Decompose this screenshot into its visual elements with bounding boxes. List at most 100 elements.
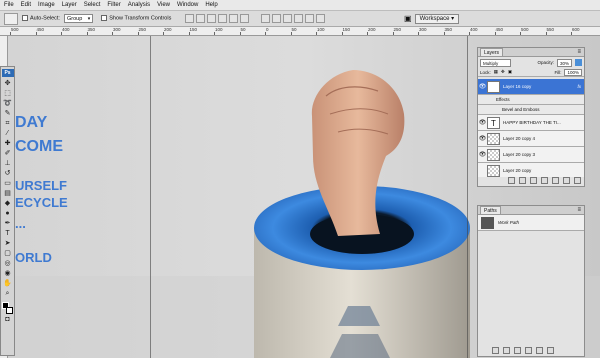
ruler-tick xyxy=(137,32,139,35)
visibility-eye-icon[interactable]: 👁 xyxy=(478,151,487,158)
ruler-tick-label: 300 xyxy=(113,27,121,32)
align-right-icon[interactable] xyxy=(240,14,250,23)
align-top-icon[interactable] xyxy=(185,14,195,23)
layer-fx-icon[interactable]: fx xyxy=(577,84,581,89)
menu-analysis[interactable]: Analysis xyxy=(128,0,150,11)
opacity-slider-icon[interactable] xyxy=(575,59,582,66)
lock-pixels-icon[interactable]: ▦ xyxy=(494,69,498,75)
menu-edit[interactable]: Edit xyxy=(21,0,31,11)
align-hcenter-icon[interactable] xyxy=(229,14,239,23)
layer-row[interactable]: 👁 Layer 20 copy 3 xyxy=(478,147,584,163)
menu-view[interactable]: View xyxy=(157,0,170,11)
ruler-tick-label: 250 xyxy=(138,27,147,32)
stamp-tool-icon[interactable]: ⊥ xyxy=(2,159,13,168)
add-mask-icon[interactable] xyxy=(530,177,537,184)
panel-menu-icon[interactable]: ≡ xyxy=(577,207,581,213)
ruler-tick-label: 600 xyxy=(572,27,580,32)
menu-layer[interactable]: Layer xyxy=(62,0,77,11)
distribute-vcenter-icon[interactable] xyxy=(272,14,282,23)
visibility-eye-icon[interactable]: 👁 xyxy=(478,83,487,90)
layers-panel-footer xyxy=(508,177,581,184)
new-layer-icon[interactable] xyxy=(563,177,570,184)
hand-tool-icon[interactable]: ✋ xyxy=(2,279,13,288)
new-path-icon[interactable] xyxy=(536,347,543,354)
gradient-tool-icon[interactable]: ▤ xyxy=(2,189,13,198)
blur-tool-icon[interactable]: ◆ xyxy=(2,199,13,208)
menu-filter[interactable]: Filter xyxy=(107,0,120,11)
distribute-hcenter-icon[interactable] xyxy=(305,14,315,23)
show-transform-checkbox[interactable]: Show Transform Controls xyxy=(101,15,171,22)
path-select-tool-icon[interactable]: ➤ xyxy=(2,239,13,248)
move-tool-icon[interactable]: ✥ xyxy=(2,79,13,88)
blend-mode-dropdown[interactable]: Multiply xyxy=(480,58,512,67)
healing-tool-icon[interactable]: ✚ xyxy=(2,139,13,148)
opacity-field[interactable]: 30% xyxy=(556,58,572,67)
move-tool-preset-button[interactable] xyxy=(4,12,18,25)
add-style-icon[interactable] xyxy=(519,177,526,184)
visibility-eye-icon[interactable]: 👁 xyxy=(478,135,487,142)
make-path-icon[interactable] xyxy=(525,347,532,354)
delete-path-icon[interactable] xyxy=(547,347,554,354)
panel-menu-icon[interactable]: ≡ xyxy=(577,49,581,55)
dodge-tool-icon[interactable]: ● xyxy=(2,209,13,218)
background-color-swatch[interactable] xyxy=(6,307,13,314)
distribute-right-icon[interactable] xyxy=(316,14,326,23)
eyedropper-tool-icon[interactable]: ⁄ xyxy=(2,129,13,138)
lock-move-icon[interactable]: ✥ xyxy=(501,69,505,75)
new-group-icon[interactable] xyxy=(552,177,559,184)
crop-tool-icon[interactable]: ⌗ xyxy=(2,119,13,128)
menu-bar: File Edit Image Layer Select Filter Anal… xyxy=(0,0,600,11)
ruler-tick xyxy=(290,32,292,35)
link-layers-icon[interactable] xyxy=(508,177,515,184)
layer-name: Layer 20 copy xyxy=(503,168,532,173)
quick-mask-icon[interactable]: ◘ xyxy=(2,315,13,324)
layer-row-text[interactable]: 👁 T HAPPY BIRTHDAY THE TI... xyxy=(478,115,584,131)
effect-bevel-label: Bevel and Emboss xyxy=(502,107,540,112)
quick-select-tool-icon[interactable]: ✎ xyxy=(2,109,13,118)
layer-row[interactable]: 👁 Layer 20 copy 4 xyxy=(478,131,584,147)
tab-layers[interactable]: Layers xyxy=(480,48,504,56)
color-swatches[interactable] xyxy=(2,302,13,314)
stroke-path-icon[interactable] xyxy=(503,347,510,354)
layer-row-selected[interactable]: 👁 Layer 16 copy fx xyxy=(478,79,584,95)
eraser-tool-icon[interactable]: ▭ xyxy=(2,179,13,188)
3d-camera-tool-icon[interactable]: ◉ xyxy=(2,269,13,278)
auto-select-dropdown[interactable]: Group xyxy=(63,14,94,23)
align-bottom-icon[interactable] xyxy=(207,14,217,23)
brush-tool-icon[interactable]: ✐ xyxy=(2,149,13,158)
layer-effect-item[interactable]: Bevel and Emboss xyxy=(478,105,584,115)
layer-effects-row[interactable]: Effects xyxy=(478,95,584,105)
delete-layer-icon[interactable] xyxy=(574,177,581,184)
shape-tool-icon[interactable]: ▢ xyxy=(2,249,13,258)
distribute-bottom-icon[interactable] xyxy=(283,14,293,23)
menu-file[interactable]: File xyxy=(4,0,14,11)
align-left-icon[interactable] xyxy=(218,14,228,23)
menu-help[interactable]: Help xyxy=(205,0,217,11)
fill-field[interactable]: 100% xyxy=(564,68,582,76)
marquee-tool-icon[interactable]: ⬚ xyxy=(2,89,13,98)
distribute-left-icon[interactable] xyxy=(294,14,304,23)
menu-image[interactable]: Image xyxy=(38,0,55,11)
pen-tool-icon[interactable]: ✒ xyxy=(2,219,13,228)
zoom-tool-icon[interactable]: ⌕ xyxy=(2,289,13,298)
distribute-top-icon[interactable] xyxy=(261,14,271,23)
lasso-tool-icon[interactable]: ➰ xyxy=(2,99,13,108)
menu-window[interactable]: Window xyxy=(177,0,198,11)
lock-all-icon[interactable]: ▣ xyxy=(508,69,512,75)
adjustment-layer-icon[interactable] xyxy=(541,177,548,184)
align-vcenter-icon[interactable] xyxy=(196,14,206,23)
layers-panel: Layers ≡ Multiply Opacity: 30% Lock: ▦ ✥… xyxy=(477,47,585,187)
workspace-button[interactable]: Workspace ▾ xyxy=(414,13,460,24)
history-brush-tool-icon[interactable]: ↺ xyxy=(2,169,13,178)
tab-paths[interactable]: Paths xyxy=(480,206,501,214)
fill-label: Fill: xyxy=(554,69,562,75)
menu-select[interactable]: Select xyxy=(84,0,101,11)
load-selection-icon[interactable] xyxy=(514,347,521,354)
path-row[interactable]: Work Path xyxy=(478,215,584,231)
auto-select-checkbox[interactable]: Auto-Select: xyxy=(22,15,60,22)
fill-path-icon[interactable] xyxy=(492,347,499,354)
type-tool-icon[interactable]: T xyxy=(2,229,13,238)
layer-row[interactable]: Layer 20 copy xyxy=(478,163,584,177)
visibility-eye-icon[interactable]: 👁 xyxy=(478,119,487,126)
3d-rotate-tool-icon[interactable]: ◎ xyxy=(2,259,13,268)
